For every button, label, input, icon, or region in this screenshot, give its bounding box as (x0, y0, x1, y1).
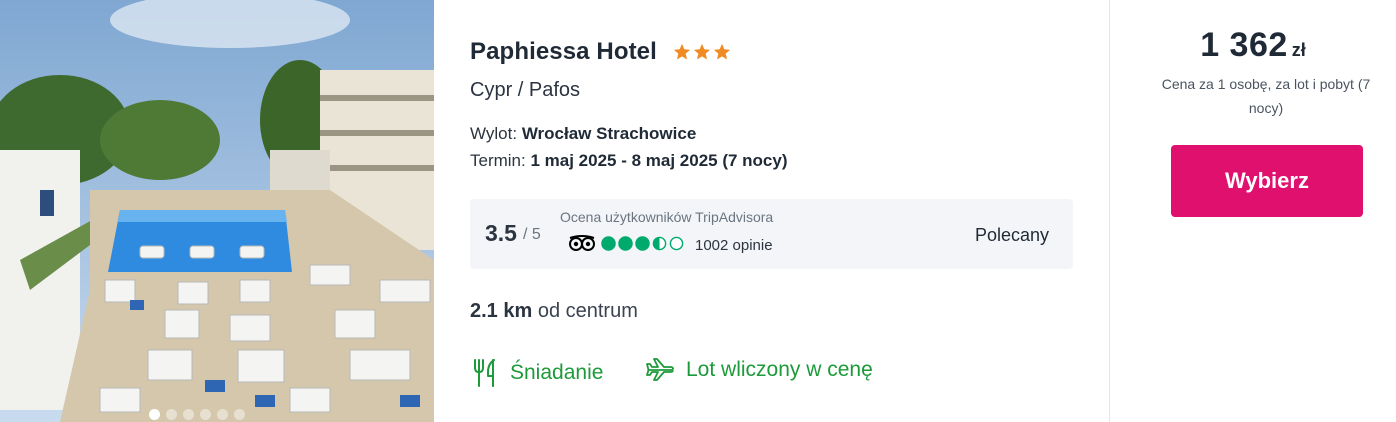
rating-scale: / 5 (523, 226, 541, 243)
tripadvisor-rating[interactable]: 3.5 / 5 Ocena użytkowników TripAdvisora … (470, 199, 1073, 269)
rating-source-label: Ocena użytkowników TripAdvisora (560, 209, 774, 225)
amenity-breakfast: Śniadanie (472, 358, 603, 388)
amenity-flight: Lot wliczony w cenę (646, 358, 873, 382)
price-currency: zł (1291, 40, 1306, 60)
rating-verdict: Polecany (974, 225, 1049, 245)
rating-bubbles (601, 236, 684, 251)
departure-label: Wylot: (470, 124, 518, 143)
price-amount: 1 362 (1200, 26, 1288, 64)
price: 1 362 zł (1110, 26, 1396, 65)
bubble-full-icon (635, 236, 650, 251)
choose-button[interactable]: Wybierz (1171, 145, 1363, 217)
star-icon (713, 43, 731, 60)
hotel-photo[interactable] (0, 0, 434, 422)
dates-label: Termin: (470, 151, 526, 170)
carousel-dot[interactable] (217, 409, 228, 420)
carousel-dot[interactable] (149, 409, 160, 420)
title-row: Paphiessa Hotel (470, 38, 731, 66)
hotel-pool-image (0, 0, 434, 422)
review-count[interactable]: 1002 opinie (695, 237, 773, 254)
carousel-dots (0, 409, 434, 420)
offer-details: Paphiessa Hotel Cypr / Pafos Wylot: Wroc… (470, 0, 1080, 422)
bubble-full-icon (601, 236, 616, 251)
airplane-icon (646, 358, 674, 381)
amenity-label: Śniadanie (510, 361, 604, 384)
bubble-half-icon (652, 236, 667, 251)
rating-score: 3.5 (485, 220, 517, 246)
bubble-empty-icon (669, 236, 684, 251)
price-column: 1 362 zł Cena za 1 osobę, za lot i pobyt … (1110, 0, 1396, 422)
dates-info: Termin: 1 maj 2025 - 8 maj 2025 (7 nocy) (470, 151, 788, 171)
carousel-dot[interactable] (183, 409, 194, 420)
hotel-stars (673, 43, 731, 61)
distance-suffix: od centrum (537, 300, 638, 322)
tripadvisor-owl-icon (569, 235, 595, 251)
departure-value: Wrocław Strachowice (521, 124, 697, 143)
star-icon (673, 43, 691, 60)
distance-info: 2.1 km od centrum (470, 300, 638, 323)
hotel-location: Cypr / Pafos (470, 79, 581, 101)
cutlery-icon (474, 359, 495, 387)
amenity-label: Lot wliczony w cenę (686, 358, 873, 381)
star-icon (693, 43, 711, 60)
carousel-dot[interactable] (234, 409, 245, 420)
carousel-dot[interactable] (166, 409, 177, 420)
distance-value: 2.1 km (470, 300, 533, 322)
bubble-full-icon (618, 236, 633, 251)
departure-info: Wylot: Wrocław Strachowice (470, 124, 696, 144)
price-note: Cena za 1 osobę, za lot i pobyt (7 nocy) (1161, 76, 1371, 116)
hotel-name[interactable]: Paphiessa Hotel (470, 38, 657, 66)
carousel-dot[interactable] (200, 409, 211, 420)
dates-value: 1 maj 2025 - 8 maj 2025 (7 nocy) (530, 151, 788, 170)
